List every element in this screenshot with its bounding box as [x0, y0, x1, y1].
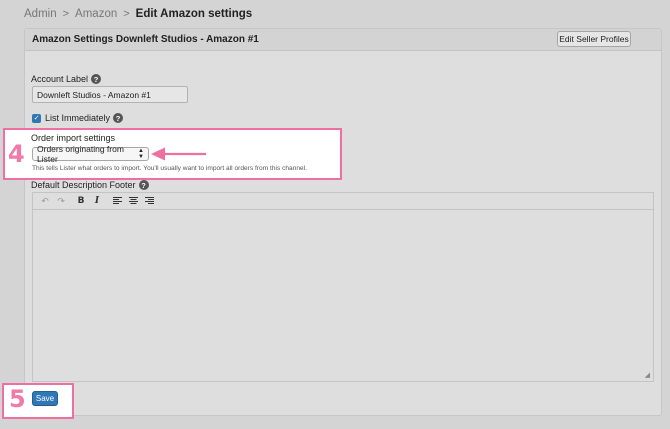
description-footer-label: Default Description Footer [31, 180, 136, 190]
breadcrumb-current: Edit Amazon settings [135, 8, 253, 20]
chevron-right-icon: > [123, 8, 130, 20]
bold-icon[interactable]: B [73, 194, 89, 208]
undo-icon[interactable]: ↶ [37, 194, 53, 208]
order-import-selected-value: Orders originating from Lister [37, 144, 124, 164]
account-label-input[interactable] [32, 86, 188, 103]
account-label-text: Account Label [31, 74, 89, 84]
list-immediately-row: ✓ List Immediately ? [32, 113, 124, 123]
editor-toolbar: ↶ ↷ B I [33, 193, 653, 210]
help-icon[interactable]: ? [113, 113, 124, 123]
order-import-hint: This tells Lister what orders to import.… [32, 165, 308, 172]
account-label-heading: Account Label ? [31, 74, 102, 84]
redo-icon[interactable]: ↷ [53, 194, 69, 208]
help-icon[interactable]: ? [138, 180, 149, 190]
list-immediately-checkbox[interactable]: ✓ [32, 113, 41, 123]
resize-handle-icon[interactable]: ◢ [645, 371, 650, 379]
italic-icon[interactable]: I [89, 194, 105, 208]
list-immediately-text: List Immediately [45, 113, 111, 123]
edit-seller-profiles-button[interactable]: Edit Seller Profiles [557, 31, 631, 47]
save-button[interactable]: Save [32, 391, 58, 406]
breadcrumb-admin[interactable]: Admin [24, 8, 57, 20]
align-right-icon[interactable] [141, 194, 157, 208]
help-icon[interactable]: ? [91, 74, 102, 84]
description-footer-heading: Default Description Footer ? [31, 180, 149, 190]
annotation-arrow-icon [151, 147, 206, 161]
list-immediately-label: List Immediately ? [45, 113, 124, 123]
breadcrumb: Admin > Amazon > Edit Amazon settings [24, 7, 252, 21]
description-footer-editor: ↶ ↷ B I ◢ [32, 192, 654, 382]
order-import-select[interactable]: Orders originating from Lister ▲ ▼ [32, 144, 149, 164]
align-center-icon[interactable] [125, 194, 141, 208]
annotation-step-4: 4 [8, 140, 25, 168]
editor-content-area[interactable] [33, 210, 653, 365]
annotation-step-5: 5 [9, 385, 26, 413]
align-left-icon[interactable] [109, 194, 125, 208]
order-import-label: Order import settings [31, 133, 116, 143]
chevron-right-icon: > [62, 8, 70, 20]
select-arrows-icon: ▲ ▼ [138, 148, 144, 160]
breadcrumb-amazon[interactable]: Amazon [75, 8, 117, 20]
